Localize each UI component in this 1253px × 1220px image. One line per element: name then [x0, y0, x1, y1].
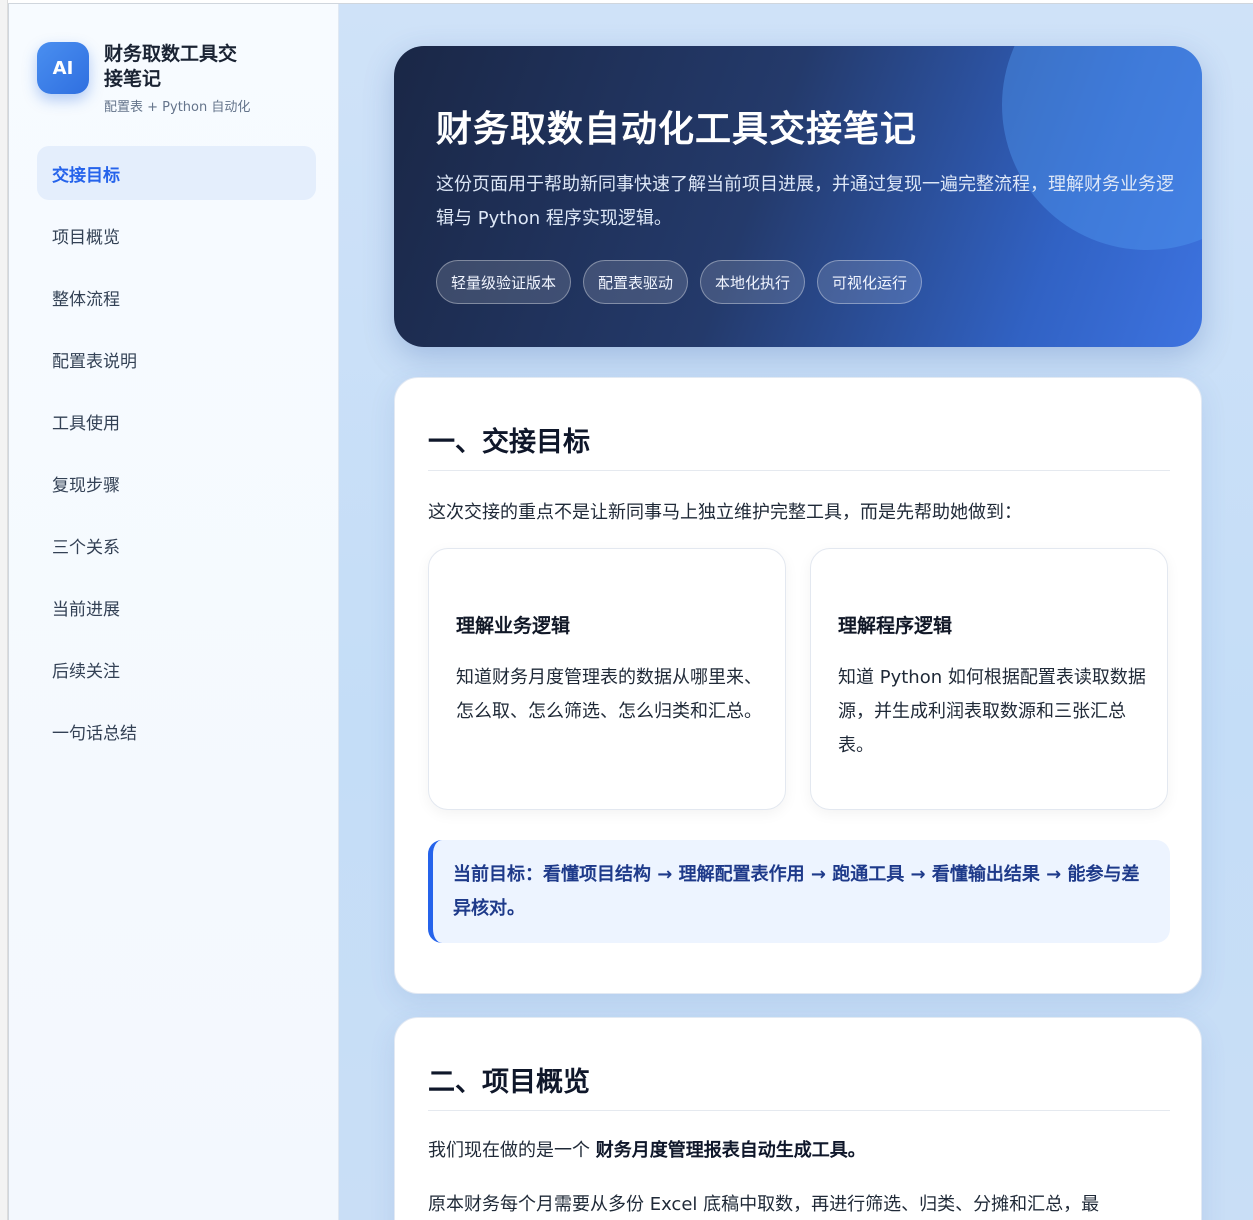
section-project-overview: 二、项目概览 我们现在做的是一个 财务月度管理报表自动生成工具。 原本财务每个月… [394, 1017, 1202, 1220]
current-goal-callout: 当前目标：看懂项目结构 → 理解配置表作用 → 跑通工具 → 看懂输出结果 → … [428, 840, 1170, 943]
section-handover-goal: 一、交接目标 这次交接的重点不是让新同事马上独立维护完整工具，而是先帮助她做到：… [394, 377, 1202, 994]
hero-description: 这份页面用于帮助新同事快速了解当前项目进展，并通过复现一遍完整流程，理解财务业务… [436, 174, 1174, 229]
nav-item-tool-usage[interactable]: 工具使用 [37, 394, 316, 448]
nav-item-summary[interactable]: 一句话总结 [37, 704, 316, 758]
goal-card-body: 知道 Python 如何根据配置表读取数据源，并生成利润表取数源和三张汇总表。 [838, 667, 1146, 756]
sidebar-nav: 交接目标 项目概览 整体流程 配置表说明 工具使用 复现步骤 三个关系 当前进展… [37, 146, 316, 766]
nav-item-follow-up[interactable]: 后续关注 [37, 642, 316, 696]
brand-text: 财务取数工具交接笔记 配置表 + Python 自动化 [104, 42, 250, 115]
overview-paragraph-1: 我们现在做的是一个 财务月度管理报表自动生成工具。 [428, 1136, 866, 1162]
goal-card-title: 理解业务逻辑 [456, 615, 571, 637]
section-intro: 这次交接的重点不是让新同事马上独立维护完整工具，而是先帮助她做到： [428, 502, 1022, 523]
section-divider [428, 470, 1170, 471]
nav-item-reproduce-steps[interactable]: 复现步骤 [37, 456, 316, 510]
goal-card-business: 理解业务逻辑 知道财务月度管理表的数据从哪里来、怎么取、怎么筛选、怎么归类和汇总… [428, 548, 786, 810]
tag-lightweight: 轻量级验证版本 [436, 260, 572, 304]
goal-card-body: 知道财务月度管理表的数据从哪里来、怎么取、怎么筛选、怎么归类和汇总。 [456, 667, 762, 722]
ai-logo-icon: AI [37, 42, 89, 94]
overview-highlight: 财务月度管理报表自动生成工具。 [595, 1140, 866, 1161]
sidebar: AI 财务取数工具交接笔记 配置表 + Python 自动化 交接目标 项目概览… [9, 4, 339, 1220]
tag-local-exec: 本地化执行 [700, 260, 806, 304]
section-divider [428, 1110, 1170, 1111]
brand-subtitle: 配置表 + Python 自动化 [104, 100, 251, 115]
brand-title: 财务取数工具交接笔记 [104, 43, 238, 90]
tag-visual-run: 可视化运行 [817, 260, 923, 304]
section-heading: 二、项目概览 [428, 1067, 590, 1098]
window-edge [0, 0, 8, 1220]
app-window: AI 财务取数工具交接笔记 配置表 + Python 自动化 交接目标 项目概览… [8, 3, 1253, 1220]
hero-banner: 财务取数自动化工具交接笔记 这份页面用于帮助新同事快速了解当前项目进展，并通过复… [394, 46, 1202, 347]
overview-paragraph-2: 原本财务每个月需要从多份 Excel 底稿中取数，再进行筛选、归类、分摊和汇总，… [428, 1194, 1100, 1215]
nav-item-handover-goal[interactable]: 交接目标 [37, 146, 316, 200]
brand: AI 财务取数工具交接笔记 配置表 + Python 自动化 [37, 42, 250, 115]
section-heading: 一、交接目标 [428, 427, 590, 458]
nav-item-config-table[interactable]: 配置表说明 [37, 332, 316, 386]
tag-config-driven: 配置表驱动 [583, 260, 689, 304]
page-title: 财务取数自动化工具交接笔记 [436, 109, 918, 150]
nav-item-three-relations[interactable]: 三个关系 [37, 518, 316, 572]
hero-tags: 轻量级验证版本 配置表驱动 本地化执行 可视化运行 [436, 260, 934, 304]
overview-text: 我们现在做的是一个 [428, 1140, 596, 1161]
nav-item-current-progress[interactable]: 当前进展 [37, 580, 316, 634]
nav-item-overall-flow[interactable]: 整体流程 [37, 270, 316, 324]
goal-card-title: 理解程序逻辑 [838, 615, 953, 637]
goal-card-program: 理解程序逻辑 知道 Python 如何根据配置表读取数据源，并生成利润表取数源和… [810, 548, 1168, 810]
nav-item-project-overview[interactable]: 项目概览 [37, 208, 316, 262]
